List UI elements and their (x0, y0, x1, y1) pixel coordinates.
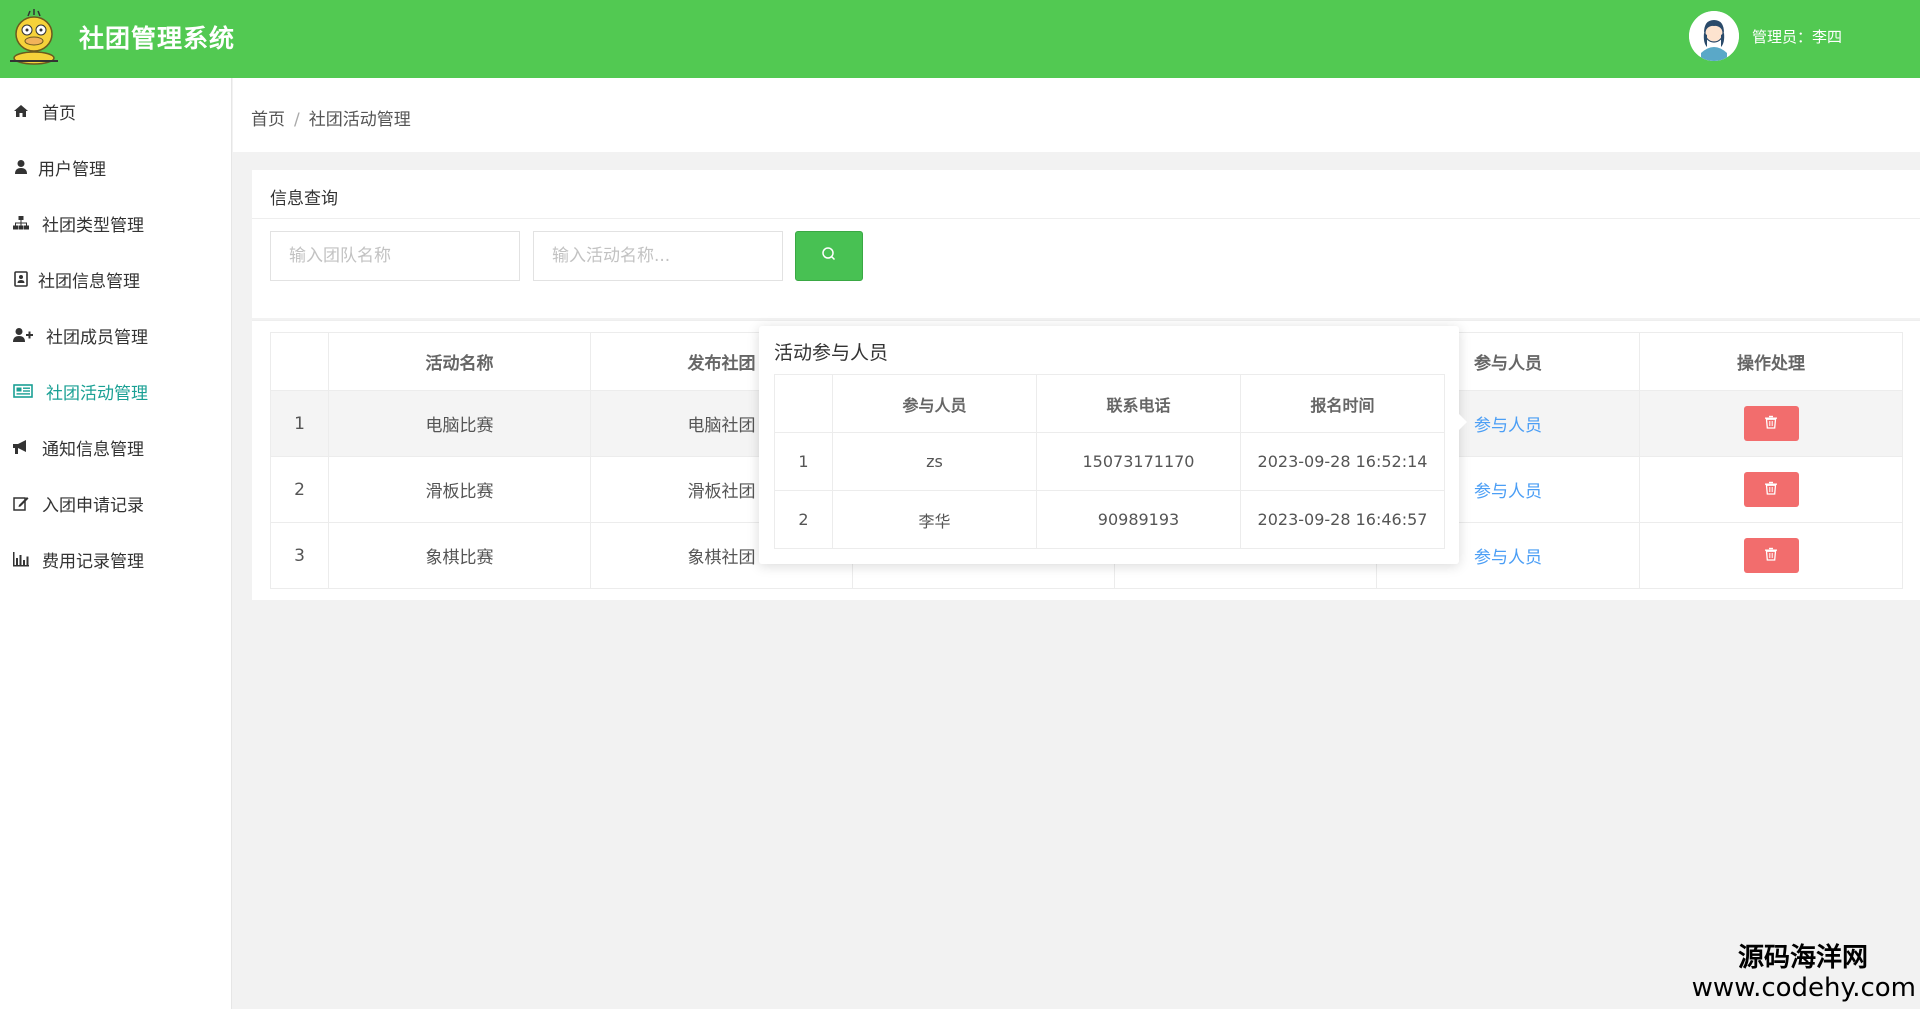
activity-name: 电脑比赛 (328, 390, 591, 457)
breadcrumb-current: 社团活动管理 (308, 110, 411, 130)
sidebar-item-label: 通知信息管理 (42, 439, 144, 460)
table-header-row: 参与人员 联系电话 报名时间 (774, 374, 1445, 433)
sidebar-item-fee-records[interactable]: 费用记录管理 (0, 531, 232, 587)
sidebar-item-label: 社团成员管理 (46, 327, 148, 348)
query-title: 信息查询 (270, 189, 338, 209)
actions-cell (1639, 390, 1903, 457)
activity-name: 象棋比赛 (328, 522, 591, 589)
sitemap-icon (12, 214, 30, 232)
bullhorn-icon (12, 438, 30, 456)
home-icon (12, 102, 30, 120)
search-button[interactable] (795, 231, 863, 281)
column-header-index (774, 374, 833, 433)
signup-time: 2023-09-28 16:52:14 (1240, 432, 1445, 491)
divider (252, 320, 1920, 321)
row-index: 2 (270, 456, 329, 523)
row-index: 3 (270, 522, 329, 589)
participants-link[interactable]: 参与人员 (1474, 548, 1542, 568)
sidebar: 首页 用户管理 社团类型管理 社团信息管理 社团成员管理 社团活动管理 通知信息… (0, 78, 232, 1009)
app-title: 社团管理系统 (79, 24, 236, 53)
row-index: 1 (774, 432, 833, 491)
column-header-index (270, 332, 329, 391)
divider (252, 218, 1920, 219)
sidebar-item-notifications[interactable]: 通知信息管理 (0, 419, 232, 475)
sidebar-item-label: 社团类型管理 (42, 215, 144, 236)
column-header-participant: 参与人员 (832, 374, 1037, 433)
watermark: 源码海洋网 www.codehy.com (1692, 943, 1916, 1003)
activity-name: 滑板比赛 (328, 456, 591, 523)
breadcrumb-bar: 首页 / 社团活动管理 (233, 78, 1920, 152)
column-header-actions: 操作处理 (1639, 332, 1903, 391)
sidebar-item-club-activities[interactable]: 社团活动管理 (0, 363, 232, 419)
user-icon (12, 158, 30, 176)
sidebar-item-label: 首页 (42, 103, 76, 124)
activity-name-input[interactable] (533, 231, 783, 281)
edit-icon (12, 494, 30, 512)
column-header-phone: 联系电话 (1036, 374, 1241, 433)
top-header: 社团管理系统 管理员：李四 (0, 0, 1920, 78)
breadcrumb-separator: / (294, 110, 300, 130)
actions-cell (1639, 456, 1903, 523)
participant-phone: 90989193 (1036, 490, 1241, 549)
participants-link[interactable]: 参与人员 (1474, 482, 1542, 502)
sidebar-item-label: 费用记录管理 (42, 551, 144, 572)
delete-button[interactable] (1743, 406, 1799, 441)
search-icon (821, 246, 837, 266)
trash-icon (1764, 546, 1778, 566)
trash-icon (1764, 480, 1778, 500)
watermark-name: 源码海洋网 (1737, 943, 1868, 973)
delete-button[interactable] (1743, 472, 1799, 507)
participants-table: 参与人员 联系电话 报名时间 1 zs 15073171170 2023-09-… (774, 374, 1445, 549)
popover-title: 活动参与人员 (774, 342, 889, 364)
team-name-input[interactable] (270, 231, 520, 281)
sidebar-item-users[interactable]: 用户管理 (0, 139, 232, 195)
participants-link[interactable]: 参与人员 (1474, 416, 1542, 436)
bar-chart-icon (12, 550, 30, 568)
column-header-activity-name: 活动名称 (328, 332, 591, 391)
sidebar-item-club-members[interactable]: 社团成员管理 (0, 307, 232, 363)
participant-phone: 15073171170 (1036, 432, 1241, 491)
sidebar-item-join-requests[interactable]: 入团申请记录 (0, 475, 232, 531)
column-header-signup-time: 报名时间 (1240, 374, 1445, 433)
sidebar-item-club-info[interactable]: 社团信息管理 (0, 251, 232, 307)
logo-icon (6, 8, 62, 66)
breadcrumb: 首页 / 社团活动管理 (251, 105, 411, 130)
participants-popover: 活动参与人员 参与人员 联系电话 报名时间 1 zs 15073171170 2… (759, 326, 1459, 564)
id-card-icon (12, 270, 30, 288)
user-plus-icon (12, 326, 34, 344)
query-card: 信息查询 (252, 170, 1920, 318)
actions-cell (1639, 522, 1903, 589)
popover-arrow (1459, 414, 1467, 430)
row-index: 1 (270, 390, 329, 457)
admin-label[interactable]: 管理员：李四 (1752, 26, 1842, 47)
row-index: 2 (774, 490, 833, 549)
sidebar-item-home[interactable]: 首页 (0, 83, 232, 139)
signup-time: 2023-09-28 16:46:57 (1240, 490, 1445, 549)
avatar[interactable] (1689, 11, 1739, 61)
breadcrumb-home[interactable]: 首页 (251, 110, 285, 130)
delete-button[interactable] (1743, 538, 1799, 573)
participant-name: 李华 (832, 490, 1037, 549)
newspaper-icon (12, 382, 34, 400)
sidebar-item-label: 入团申请记录 (42, 495, 144, 516)
sidebar-item-label: 社团信息管理 (38, 271, 140, 292)
sidebar-item-club-types[interactable]: 社团类型管理 (0, 195, 232, 251)
trash-icon (1764, 414, 1778, 434)
table-row: 2 李华 90989193 2023-09-28 16:46:57 (774, 490, 1445, 549)
sidebar-item-label: 用户管理 (38, 159, 106, 180)
participant-name: zs (832, 432, 1037, 491)
watermark-url: www.codehy.com (1691, 973, 1916, 1003)
table-row: 1 zs 15073171170 2023-09-28 16:52:14 (774, 432, 1445, 491)
sidebar-item-label: 社团活动管理 (46, 383, 148, 404)
